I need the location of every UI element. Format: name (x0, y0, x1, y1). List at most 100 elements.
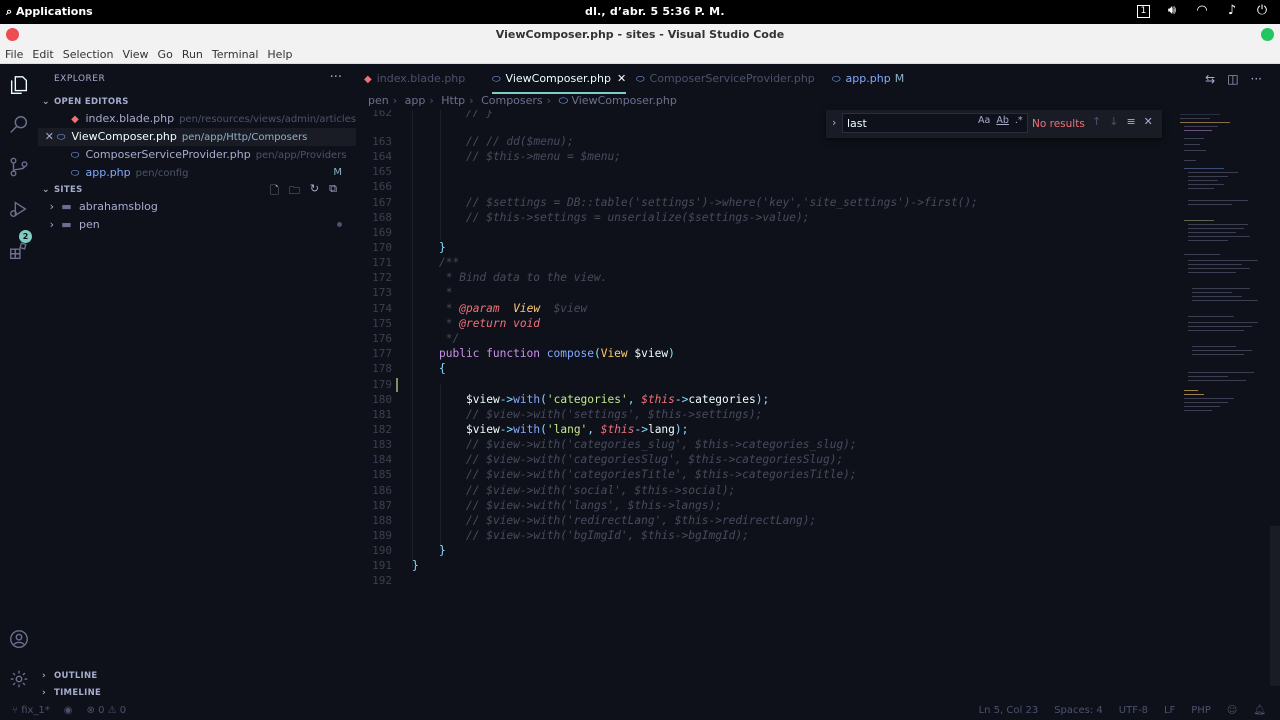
next-match-icon[interactable]: ↓ (1109, 115, 1118, 128)
open-changes-icon[interactable]: ⇆ (1205, 72, 1215, 86)
tab-composer-service-provider[interactable]: ⬭ ComposerServiceProvider.php (636, 64, 815, 94)
search-icon[interactable] (8, 114, 30, 136)
extensions-icon[interactable] (8, 240, 30, 262)
error-icon: ⊗ (86, 705, 99, 716)
code-token: ); (674, 423, 689, 436)
minimap-line (1180, 118, 1210, 119)
menu-run[interactable]: Run (182, 46, 203, 63)
run-debug-icon[interactable] (8, 198, 30, 220)
line-number: 171 (372, 256, 392, 269)
code-token: View (600, 347, 628, 360)
indentation[interactable]: Spaces: 4 (1054, 702, 1103, 720)
folder-item[interactable]: › ▬ pen (38, 216, 356, 234)
tab-view-composer[interactable]: ⬭ ViewComposer.php ✕ (492, 64, 627, 94)
find-in-selection-icon[interactable]: ≡ (1126, 115, 1135, 128)
menu-edit[interactable]: Edit (32, 46, 53, 63)
tab-label: index.blade.php (376, 72, 466, 85)
breadcrumb-item[interactable]: pen (368, 94, 389, 107)
cursor-position[interactable]: Ln 5, Col 23 (979, 702, 1039, 720)
menu-help[interactable]: Help (267, 46, 292, 63)
code-token: -> (499, 423, 514, 436)
modified-dot-icon (337, 222, 342, 227)
find-input[interactable] (843, 114, 971, 133)
minimap-line (1184, 398, 1234, 399)
open-editor-item[interactable]: ⬭ ComposerServiceProvider.php pen/app/Pro… (38, 146, 356, 164)
close-tab-icon[interactable]: ✕ (617, 72, 626, 85)
minimap-line (1188, 188, 1214, 189)
minimap-line (1192, 296, 1242, 297)
warning-count: 0 (119, 705, 127, 716)
menu-terminal[interactable]: Terminal (212, 46, 259, 63)
tab-index-blade[interactable]: ◆ index.blade.php (364, 64, 465, 94)
previous-match-icon[interactable]: ↑ (1092, 115, 1101, 128)
volume-icon[interactable]: 🔊︎ (1164, 3, 1180, 19)
more-actions-icon[interactable]: ··· (1251, 72, 1262, 86)
breadcrumb-item[interactable]: app (405, 94, 426, 107)
sync-icon[interactable]: ◉ (64, 702, 73, 720)
line-number: 169 (372, 226, 392, 239)
line-number: 174 (372, 302, 392, 315)
tab-app-php[interactable]: ⬭ app.php M (832, 64, 904, 94)
outline-header[interactable]: › OUTLINE (42, 671, 98, 681)
split-editor-icon[interactable]: ◫ (1227, 72, 1238, 86)
menu-bar: File Edit Selection View Go Run Terminal… (0, 46, 1280, 64)
line-number: 162 (372, 110, 392, 119)
git-branch[interactable]: ⑂ fix_1* (12, 702, 50, 720)
open-editor-item[interactable]: ⬭ app.php pen/config M (38, 164, 356, 182)
breadcrumb-item[interactable]: ViewComposer.php (571, 94, 676, 107)
code-token: $this (641, 393, 675, 406)
settings-gear-icon[interactable] (8, 668, 30, 690)
find-options: Aa Ab .* (978, 115, 1023, 126)
close-icon[interactable]: ✕ (38, 128, 54, 146)
timeline-header[interactable]: › TIMELINE (42, 688, 101, 698)
open-editors-header[interactable]: ⌄ OPEN EDITORS (42, 97, 129, 107)
git-modified-marker (396, 378, 398, 392)
scrollbar-thumb[interactable] (1270, 526, 1280, 686)
vertical-scrollbar[interactable] (1270, 110, 1280, 702)
language-mode[interactable]: PHP (1191, 702, 1211, 720)
breadcrumb-item[interactable]: Composers (481, 94, 543, 107)
toggle-replace-icon[interactable]: › (832, 116, 836, 129)
code-line: $view->with('lang', $this->lang); (466, 423, 688, 436)
menu-view[interactable]: View (122, 46, 148, 63)
problems-indicator[interactable]: ⊗ 0 ⚠ 0 (87, 702, 127, 720)
folder-item[interactable]: › ▬ abrahamsblog (38, 198, 356, 216)
accounts-icon[interactable] (8, 628, 30, 650)
close-icon[interactable]: ✕ (1144, 115, 1153, 128)
system-clock[interactable]: dl., d’abr. 5 5:36 P. M. (585, 5, 725, 18)
minimap[interactable] (1176, 110, 1278, 702)
menu-selection[interactable]: Selection (63, 46, 114, 63)
menu-go[interactable]: Go (158, 46, 173, 63)
encoding[interactable]: UTF-8 (1119, 702, 1148, 720)
open-editors-label: OPEN EDITORS (54, 97, 129, 107)
feedback-icon[interactable]: ☺ (1227, 702, 1237, 720)
status-right: Ln 5, Col 23 Spaces: 4 UTF-8 LF PHP ☺ 🔔︎ (979, 702, 1266, 720)
menu-file[interactable]: File (5, 46, 23, 63)
more-actions-icon[interactable]: ··· (330, 70, 342, 85)
applications-menu[interactable]: ⌕ Applications (6, 5, 93, 19)
end-of-line[interactable]: LF (1164, 702, 1175, 720)
php-icon: ⬭ (56, 132, 66, 143)
breadcrumb-item[interactable]: Http (441, 94, 465, 107)
maximize-window-button[interactable] (1261, 28, 1274, 41)
regex-toggle[interactable]: .* (1015, 115, 1023, 126)
wifi-icon[interactable]: ◠ (1194, 3, 1210, 19)
open-editor-item-active[interactable]: ✕ ⬭ ViewComposer.php pen/app/Http/Composer… (38, 128, 356, 146)
notifications-icon[interactable]: ♪ (1224, 3, 1240, 19)
minimap-line (1184, 390, 1198, 391)
whole-word-toggle[interactable]: Ab (996, 115, 1009, 126)
sites-header[interactable]: ⌄ SITES (42, 185, 83, 195)
source-control-icon[interactable] (8, 156, 30, 178)
code-line: // } (466, 110, 493, 119)
minimap-line (1184, 254, 1220, 255)
explorer-icon[interactable] (8, 74, 30, 96)
notifications-bell-icon[interactable]: 🔔︎ (1253, 702, 1266, 720)
workspace-indicator[interactable]: 1 (1137, 4, 1150, 18)
code-editor[interactable]: 162 163 164 165 166 167 168 169 170 171 … (356, 110, 1176, 702)
code-token: 'categories' (546, 393, 628, 406)
match-case-toggle[interactable]: Aa (978, 115, 990, 126)
open-editor-item[interactable]: ◆ index.blade.php pen/resources/views/adm… (38, 110, 356, 128)
minimap-line (1188, 326, 1252, 327)
power-icon[interactable]: ⏻ (1254, 3, 1270, 19)
chevron-right-icon: › (546, 94, 552, 107)
